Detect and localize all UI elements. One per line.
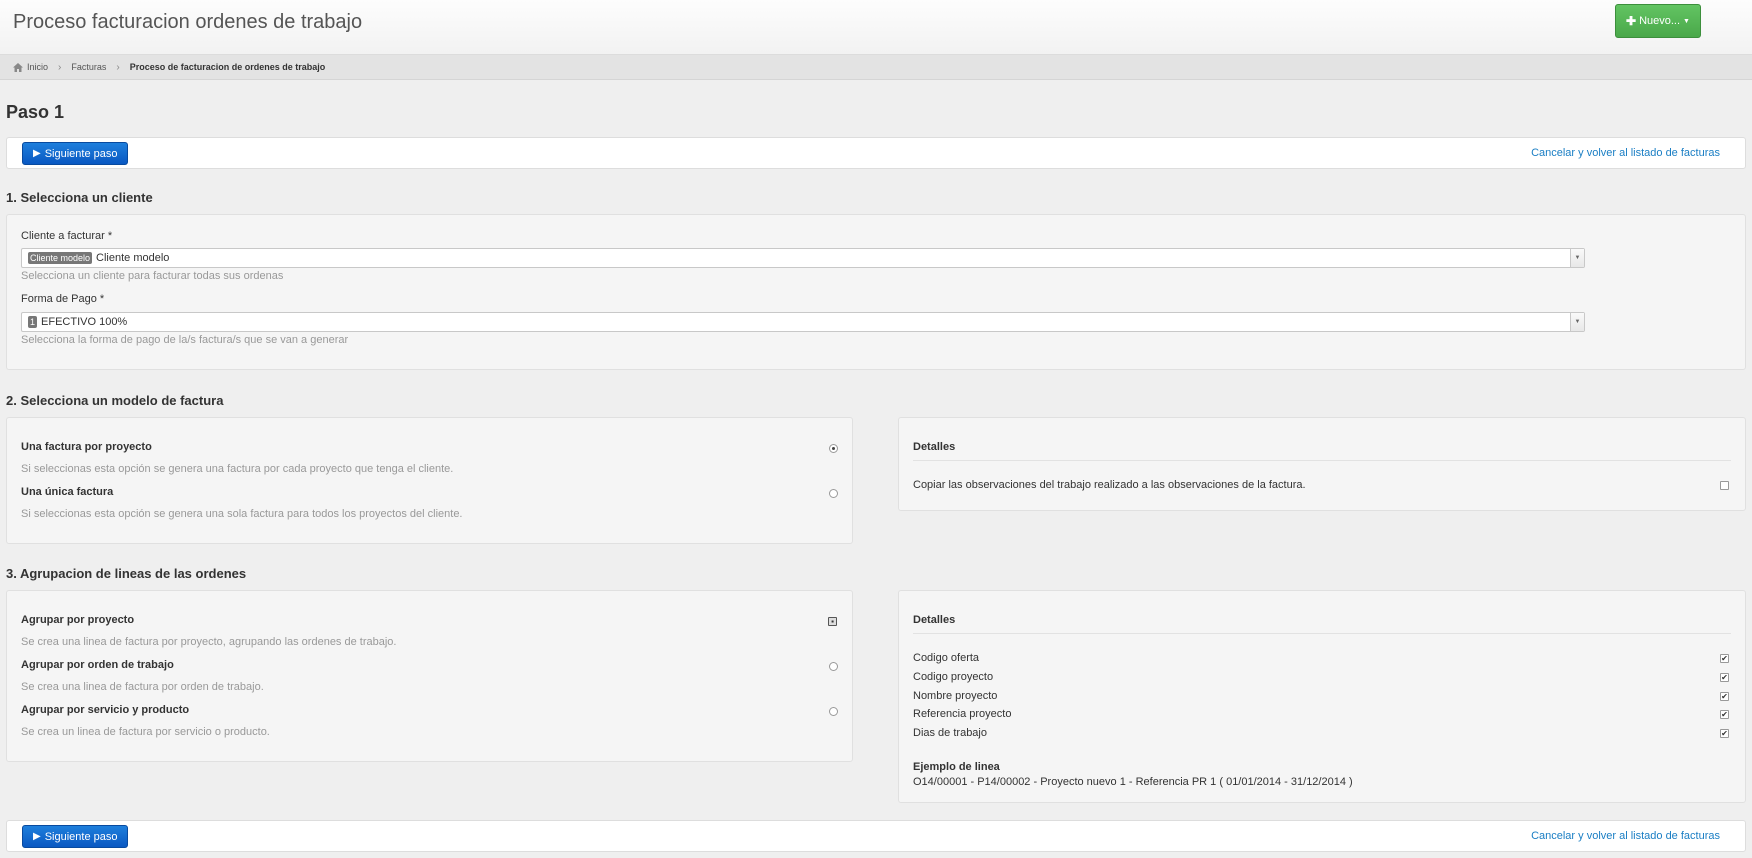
breadcrumb-invoices[interactable]: Facturas	[71, 62, 106, 72]
option-help: Se crea una linea de factura por proyect…	[21, 636, 397, 648]
breadcrumb: Inicio › Facturas › Proceso de facturaci…	[0, 55, 1752, 80]
play-icon: ▶	[33, 148, 41, 159]
bottom-action-bar: ▶ Siguiente paso Cancelar y volver al li…	[6, 820, 1746, 852]
option-group-order: Agrupar por orden de trabajo	[21, 659, 174, 671]
copy-observations-label: Copiar las observaciones del trabajo rea…	[913, 479, 1306, 491]
next-step-label: Siguiente paso	[44, 147, 118, 160]
client-help: Selecciona un cliente para facturar toda…	[21, 270, 284, 282]
payment-select[interactable]: 1 EFECTIVO 100% ▼	[21, 312, 1585, 332]
payment-value: EFECTIVO 100%	[41, 316, 128, 328]
field-project-name: Nombre proyecto	[913, 690, 998, 702]
grouping-panel: Agrupar por proyecto ▪ Se crea una linea…	[6, 590, 853, 762]
payment-tag: 1	[28, 316, 38, 328]
project-reference-checkbox[interactable]: ✔	[1720, 710, 1729, 719]
radio-group-service[interactable]	[829, 707, 838, 716]
step-title: Paso 1	[6, 102, 65, 122]
option-single-invoice: Una única factura	[21, 486, 114, 498]
dropdown-arrow-icon[interactable]: ▼	[1570, 313, 1584, 331]
example-title: Ejemplo de linea	[913, 761, 1000, 773]
chevron-right-icon: ›	[58, 61, 62, 73]
caret-down-icon: ▼	[1683, 17, 1690, 25]
field-offer-code: Codigo oferta	[913, 652, 980, 664]
next-step-button[interactable]: ▶ Siguiente paso	[22, 825, 129, 848]
new-button-label: Nuevo...	[1639, 15, 1681, 27]
option-group-service: Agrupar por servicio y producto	[21, 704, 190, 716]
breadcrumb-home[interactable]: Inicio	[27, 62, 48, 72]
work-days-checkbox[interactable]: ✔	[1720, 729, 1729, 738]
option-help: Se crea un linea de factura por servicio…	[21, 726, 270, 738]
top-action-bar: ▶ Siguiente paso Cancelar y volver al li…	[6, 137, 1746, 169]
option-help: Si seleccionas esta opción se genera una…	[21, 463, 454, 475]
new-button[interactable]: ✚ Nuevo... ▼	[1615, 4, 1701, 38]
cancel-link[interactable]: Cancelar y volver al listado de facturas	[1531, 147, 1720, 159]
divider	[913, 633, 1731, 634]
client-value: Cliente modelo	[96, 252, 170, 264]
divider	[913, 460, 1731, 461]
radio-group-project[interactable]: ▪	[828, 617, 837, 626]
client-tag: Cliente modelo	[28, 252, 93, 264]
offer-code-checkbox[interactable]: ✔	[1720, 654, 1729, 663]
project-code-checkbox[interactable]: ✔	[1720, 673, 1729, 682]
details-title: Detalles	[913, 614, 956, 626]
next-step-button[interactable]: ▶ Siguiente paso	[22, 142, 129, 165]
page-title: Proceso facturacion ordenes de trabajo	[13, 11, 363, 33]
dropdown-arrow-icon[interactable]: ▼	[1570, 249, 1584, 267]
field-work-days: Dias de trabajo	[913, 727, 987, 739]
home-icon	[13, 62, 23, 72]
radio-one-per-project[interactable]	[829, 444, 838, 453]
section1-title: 1. Selecciona un cliente	[6, 190, 153, 205]
option-one-per-project: Una factura por proyecto	[21, 441, 152, 453]
page-header: Proceso facturacion ordenes de trabajo ✚…	[0, 0, 1752, 55]
breadcrumb-current: Proceso de facturacion de ordenes de tra…	[129, 62, 326, 72]
client-select[interactable]: Cliente modelo Cliente modelo ▼	[21, 248, 1585, 268]
invoice-model-panel: Una factura por proyecto Si seleccionas …	[6, 417, 853, 544]
copy-observations-checkbox[interactable]	[1720, 481, 1729, 490]
next-step-label: Siguiente paso	[44, 830, 118, 843]
grouping-details-panel: Detalles Codigo oferta ✔ Codigo proyecto…	[898, 590, 1746, 803]
radio-single-invoice[interactable]	[829, 489, 838, 498]
details-title: Detalles	[913, 441, 956, 453]
payment-help: Selecciona la forma de pago de la/s fact…	[21, 334, 349, 346]
field-project-reference: Referencia proyecto	[913, 708, 1012, 720]
plus-icon: ✚	[1626, 14, 1637, 28]
example-line: O14/00001 - P14/00002 - Proyecto nuevo 1…	[913, 776, 1353, 788]
play-icon: ▶	[33, 831, 41, 842]
invoice-details-panel: Detalles Copiar las observaciones del tr…	[898, 417, 1746, 511]
section3-title: 3. Agrupacion de lineas de las ordenes	[6, 566, 247, 581]
payment-label: Forma de Pago *	[21, 293, 105, 305]
option-help: Si seleccionas esta opción se genera una…	[21, 508, 463, 520]
option-group-project: Agrupar por proyecto	[21, 614, 135, 626]
client-panel: Cliente a facturar * Cliente modelo Clie…	[6, 214, 1746, 370]
chevron-right-icon: ›	[116, 61, 120, 73]
project-name-checkbox[interactable]: ✔	[1720, 692, 1729, 701]
section2-title: 2. Selecciona un modelo de factura	[6, 393, 224, 408]
field-project-code: Codigo proyecto	[913, 671, 994, 683]
radio-group-order[interactable]	[829, 662, 838, 671]
option-help: Se crea una linea de factura por orden d…	[21, 681, 264, 693]
client-label: Cliente a facturar *	[21, 230, 113, 242]
cancel-link[interactable]: Cancelar y volver al listado de facturas	[1531, 830, 1720, 842]
